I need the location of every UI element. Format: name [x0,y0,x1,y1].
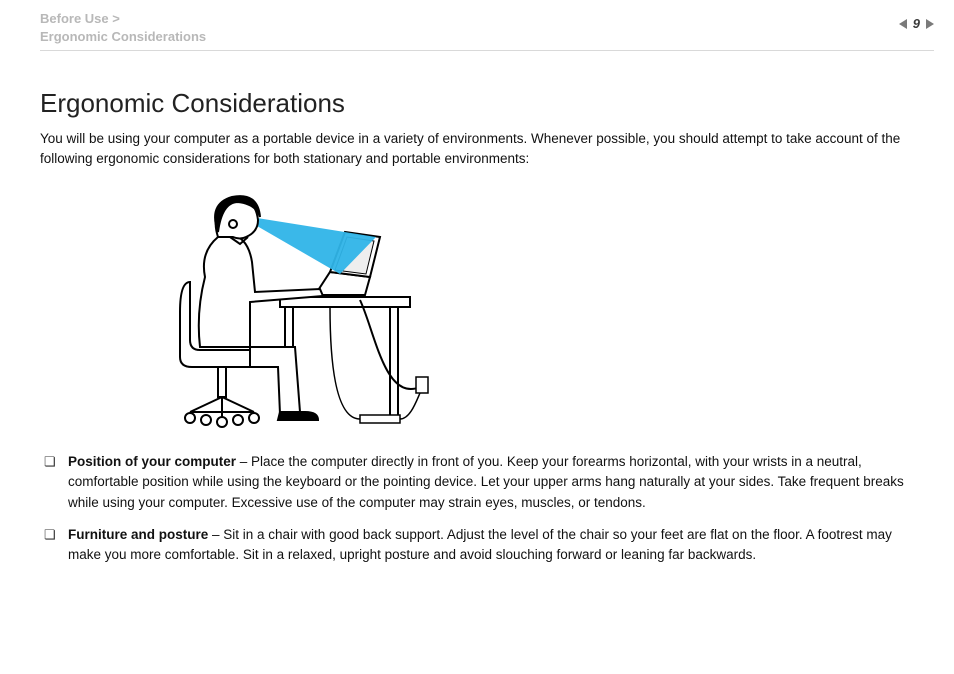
ergonomics-illustration [130,182,430,442]
breadcrumb: Before Use > Ergonomic Considerations [40,10,206,46]
bullet-list: Position of your computer – Place the co… [40,452,924,565]
bullet-lead: Position of your computer [68,454,236,469]
page-number: 9 [913,16,920,31]
pager: 9 [899,16,934,31]
document-page: Before Use > Ergonomic Considerations 9 … [0,0,954,674]
page-title: Ergonomic Considerations [40,88,924,119]
list-item: Furniture and posture – Sit in a chair w… [40,525,924,566]
list-item: Position of your computer – Place the co… [40,452,924,513]
prev-page-icon[interactable] [899,19,907,29]
bullet-lead: Furniture and posture [68,527,208,542]
page-header: Before Use > Ergonomic Considerations 9 [40,10,934,51]
breadcrumb-line2: Ergonomic Considerations [40,28,206,46]
page-content: Ergonomic Considerations You will be usi… [40,88,924,577]
breadcrumb-line1: Before Use > [40,10,206,28]
next-page-icon[interactable] [926,19,934,29]
intro-paragraph: You will be using your computer as a por… [40,129,924,168]
